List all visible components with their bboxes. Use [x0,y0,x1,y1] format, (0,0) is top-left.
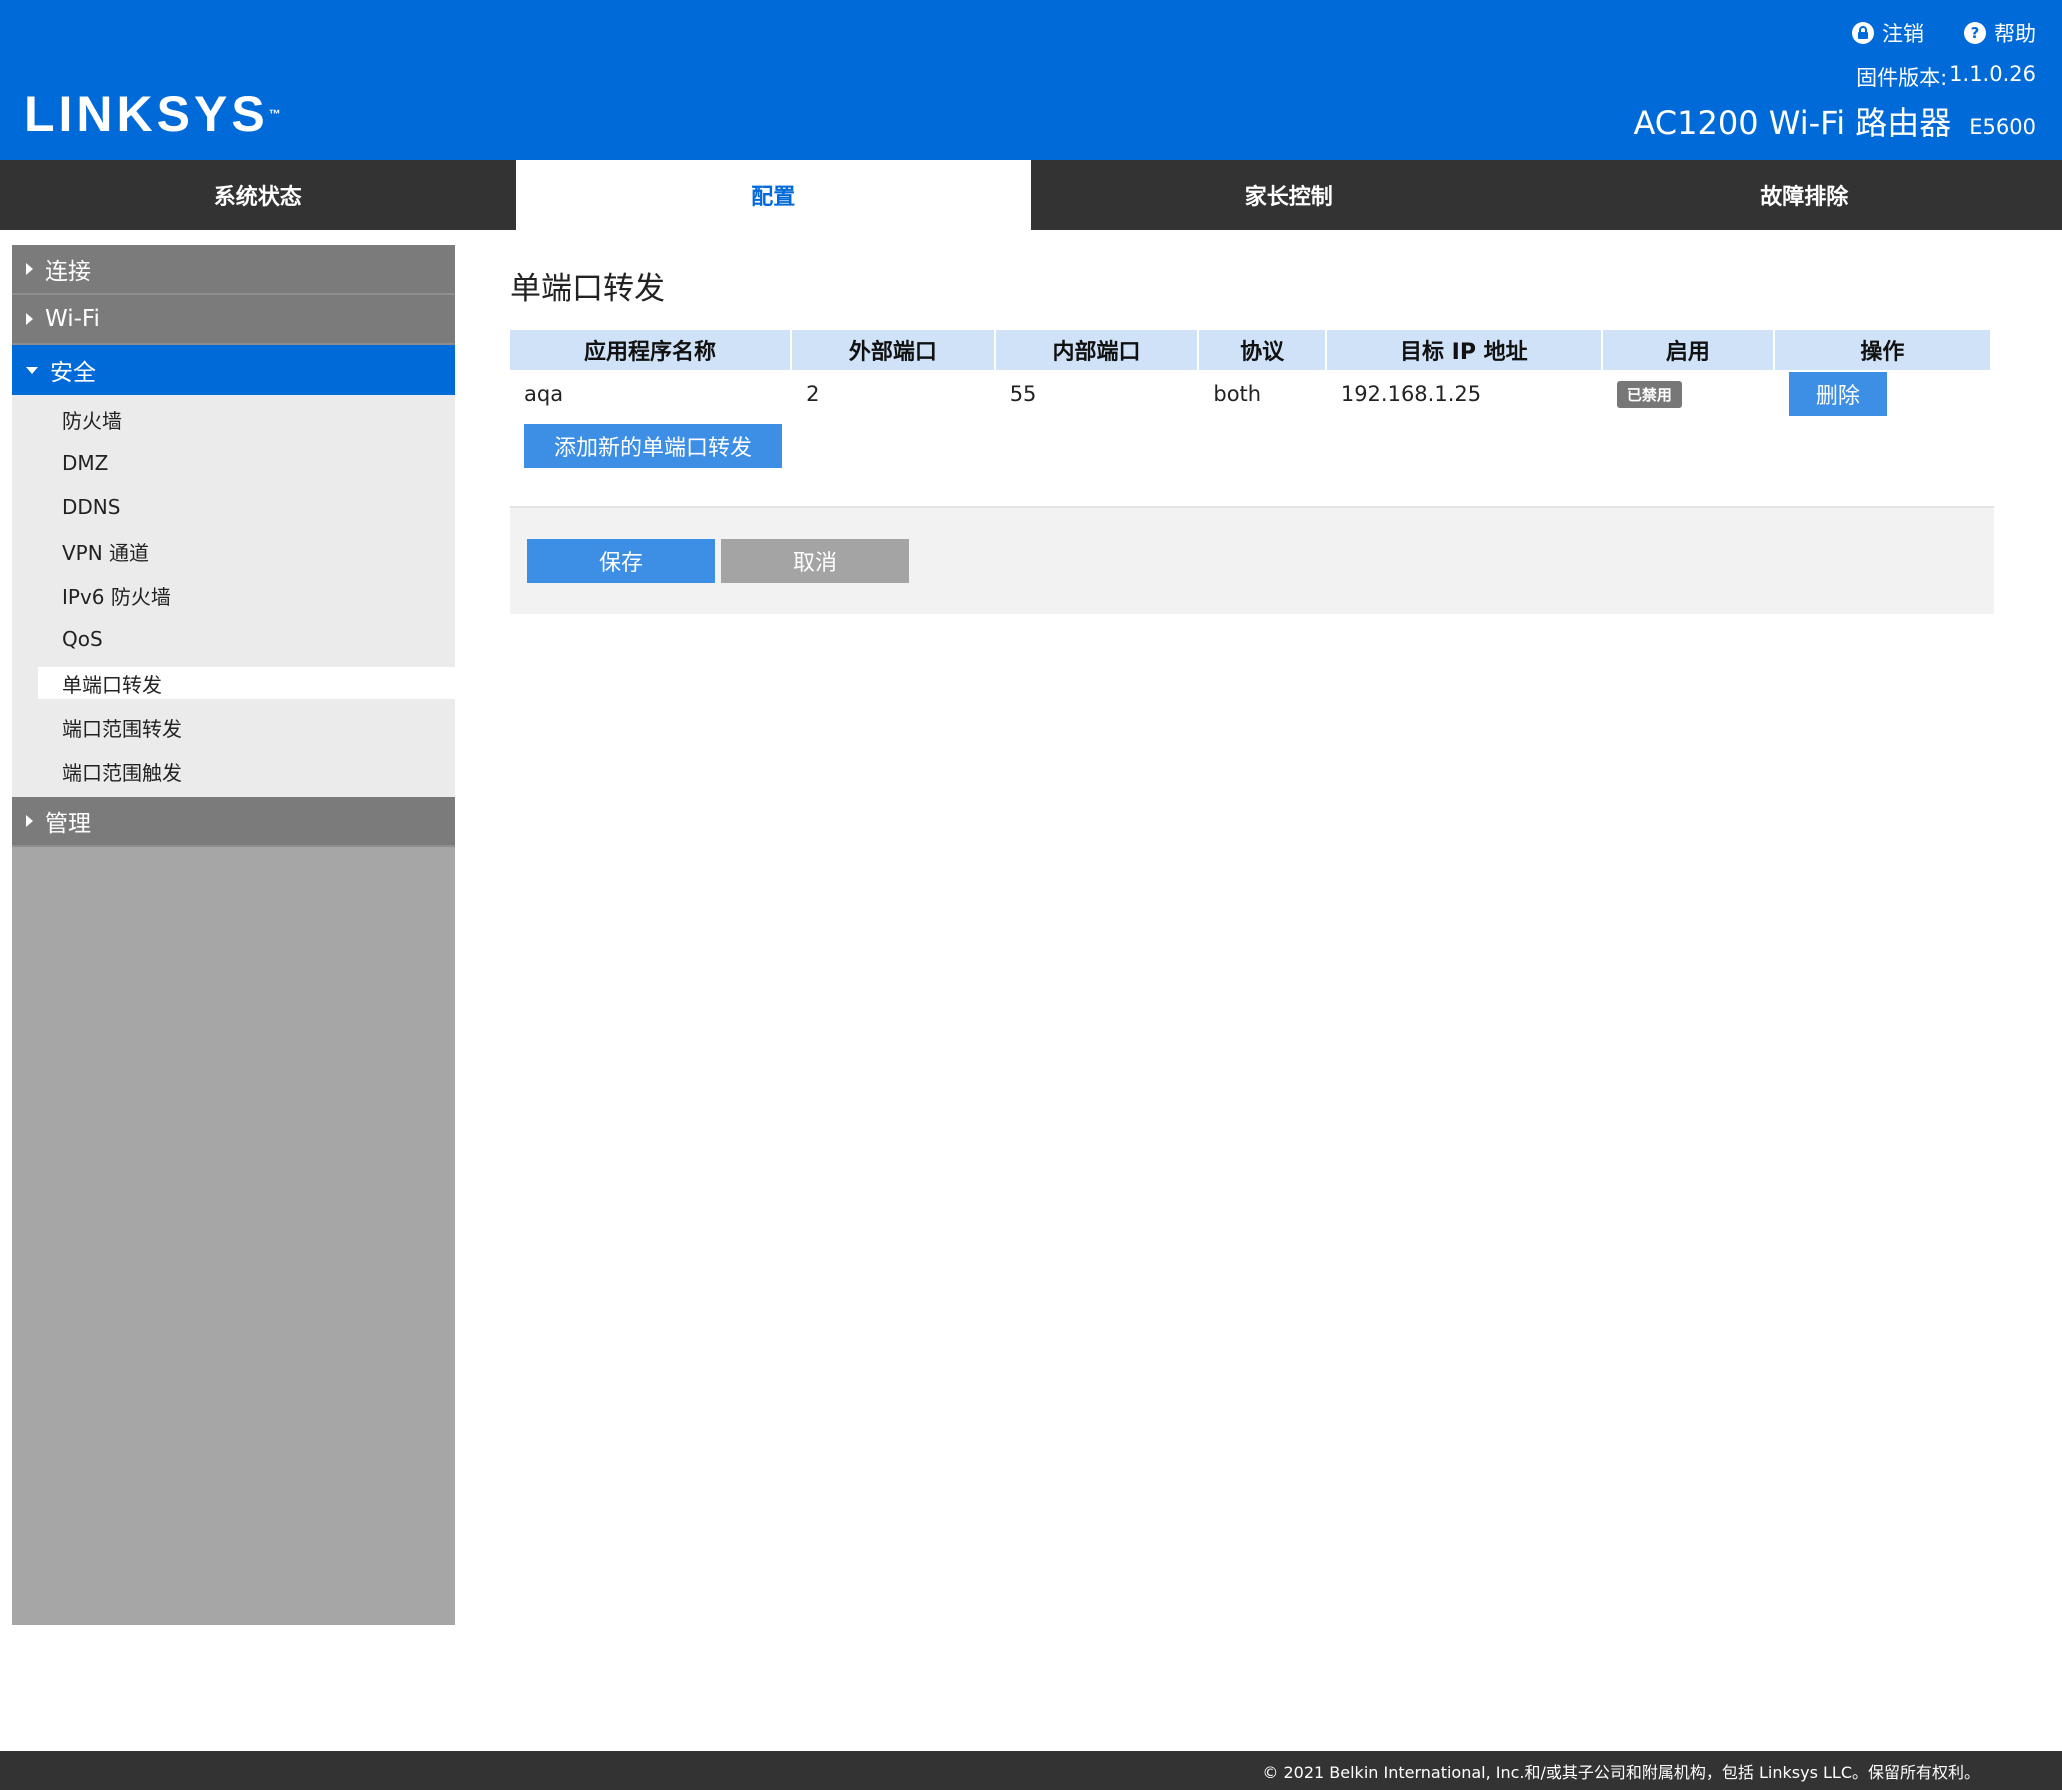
sidebar-item-single-port-forwarding[interactable]: 单端口转发 [38,667,455,699]
header-bar: LINKSYS™ 注销 ? 帮助 固件版本: 1.1.0.26 AC1200 W… [0,0,2062,160]
help-link[interactable]: ? 帮助 [1964,18,2036,48]
product-info: AC1200 Wi-Fi 路由器 E5600 [1633,98,2036,144]
product-name: AC1200 Wi-Fi 路由器 [1633,104,1952,142]
sidebar-item-port-range-forwarding[interactable]: 端口范围转发 [12,705,455,749]
sidebar-item-ipv6-firewall[interactable]: IPv6 防火墙 [12,573,455,617]
sidebar-item-vpn[interactable]: VPN 通道 [12,529,455,573]
sidebar-section-label: 管理 [45,811,91,837]
firmware-info: 固件版本: 1.1.0.26 [1856,62,2036,92]
cell-app-name: aqa [524,382,564,406]
page-title: 单端口转发 [510,271,665,307]
logo-trademark: ™ [268,107,281,121]
caret-down-icon [26,366,38,374]
column-header-enabled: 启用 [1602,330,1773,370]
caret-right-icon [26,263,33,275]
action-bar: 保存 取消 [510,506,1994,614]
table-row: aqa 2 55 both 192.168.1.25 已禁用 删除 [510,370,1990,418]
sidebar-item-dmz[interactable]: DMZ [12,441,455,485]
sidebar-section-label: Wi-Fi [45,306,100,332]
caret-right-icon [26,313,33,325]
cancel-button[interactable]: 取消 [721,539,909,583]
sidebar-item-ddns[interactable]: DDNS [12,485,455,529]
main-tabs: 系统状态 配置 家长控制 故障排除 [0,160,2062,230]
footer: © 2021 Belkin International, Inc.和/或其子公司… [0,1751,2062,1790]
cell-enabled: 已禁用 [1603,370,1773,418]
cell-protocol: both [1213,382,1262,406]
firmware-version: 1.1.0.26 [1949,62,2036,86]
sidebar-item-port-range-triggering[interactable]: 端口范围触发 [12,749,455,793]
tab-configuration[interactable]: 配置 [515,160,1031,230]
port-forwarding-table: 应用程序名称 外部端口 内部端口 协议 目标 IP 地址 启用 操作 aqa 2… [508,330,1992,418]
column-header-external-port: 外部端口 [792,330,994,370]
add-single-port-forwarding-button[interactable]: 添加新的单端口转发 [524,424,782,468]
cell-external-port: 2 [806,382,820,406]
column-header-action: 操作 [1774,330,1990,370]
column-header-protocol: 协议 [1199,330,1325,370]
caret-right-icon [26,815,33,827]
copyright-text: © 2021 Belkin International, Inc.和/或其子公司… [1262,1762,1980,1782]
column-header-target-ip: 目标 IP 地址 [1326,330,1601,370]
main-content: 单端口转发 应用程序名称 外部端口 内部端口 协议 目标 IP 地址 启用 操作 [510,245,1994,614]
tab-status[interactable]: 系统状态 [0,160,516,230]
sidebar-section-label: 安全 [50,360,96,386]
logo-text: LINKSYS [24,86,269,142]
sidebar-section-connectivity[interactable]: 连接 [12,245,455,295]
question-icon: ? [1964,22,1986,44]
delete-button[interactable]: 删除 [1788,372,1887,416]
logout-link[interactable]: 注销 [1852,18,1924,48]
sidebar-item-firewall[interactable]: 防火墙 [12,397,455,441]
firmware-label: 固件版本: [1856,66,1948,90]
sidebar-section-wifi[interactable]: Wi-Fi [12,295,455,345]
status-badge[interactable]: 已禁用 [1616,380,1682,408]
tab-parental-control[interactable]: 家长控制 [1031,160,1547,230]
sidebar: 连接 Wi-Fi 安全 防火墙 DMZ DDNS VPN 通道 IPv6 防火墙… [12,245,455,1625]
save-button[interactable]: 保存 [527,539,715,583]
cell-action: 删除 [1775,370,1990,418]
security-submenu: 防火墙 DMZ DDNS VPN 通道 IPv6 防火墙 QoS 单端口转发 端… [12,395,455,797]
linksys-logo: LINKSYS™ [24,84,281,144]
cell-internal-port: 55 [1009,382,1037,406]
cell-target-ip: 192.168.1.25 [1340,382,1482,406]
column-header-app-name: 应用程序名称 [510,330,791,370]
lock-icon [1852,22,1874,44]
column-header-internal-port: 内部端口 [995,330,1198,370]
table-header-row: 应用程序名称 外部端口 内部端口 协议 目标 IP 地址 启用 操作 [510,330,1990,370]
product-model: E5600 [1969,115,2036,139]
top-links: 注销 ? 帮助 [1852,18,2036,48]
help-label: 帮助 [1994,22,2036,46]
tab-troubleshooting[interactable]: 故障排除 [1547,160,2062,230]
sidebar-section-label: 连接 [45,259,91,285]
logout-label: 注销 [1882,22,1924,46]
sidebar-section-administration[interactable]: 管理 [12,797,455,847]
sidebar-section-security[interactable]: 安全 [12,345,455,395]
sidebar-item-qos[interactable]: QoS [12,617,455,661]
